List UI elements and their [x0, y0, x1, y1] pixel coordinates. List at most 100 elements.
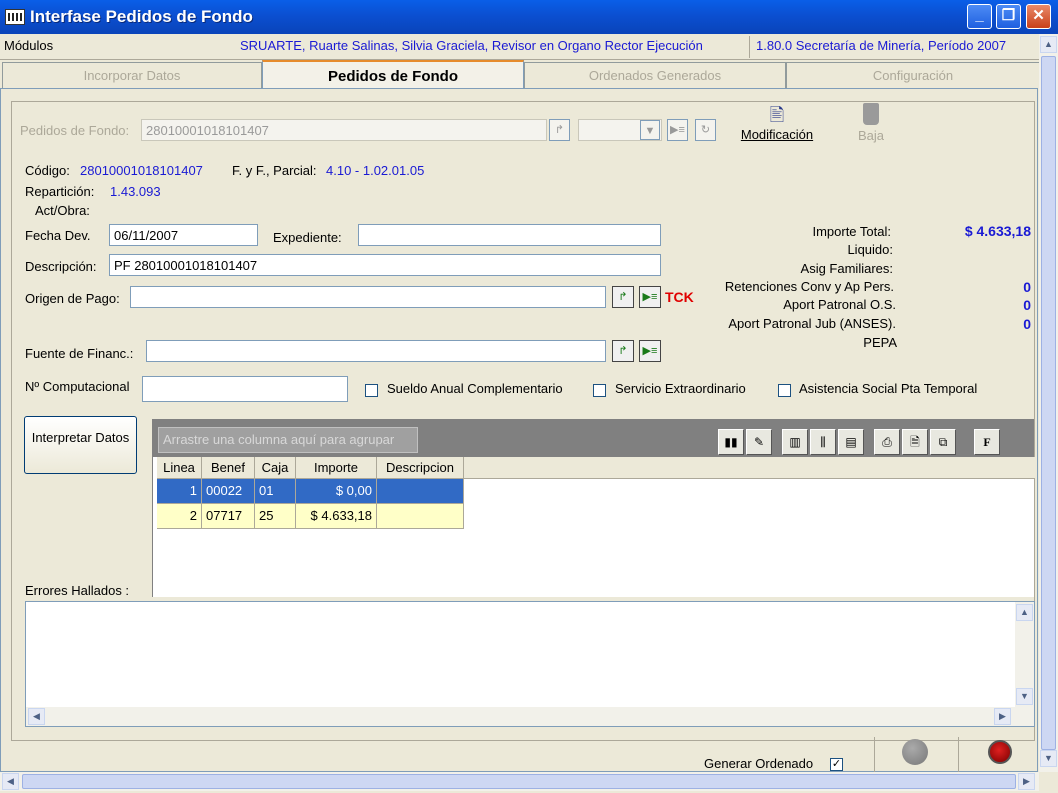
edit-document-icon: 🖹 [769, 105, 785, 125]
stop-gray-button[interactable] [902, 739, 928, 765]
errores-textarea[interactable]: ▲ ▼ ◀ ▶ [25, 601, 1035, 727]
servicio-checkbox[interactable] [593, 384, 606, 397]
cell-descripcion [377, 479, 464, 504]
fuente-input[interactable] [146, 340, 606, 362]
fuente-label: Fuente de Financ.: [25, 346, 134, 361]
window-vscrollbar[interactable]: ▲ ▼ [1039, 34, 1058, 772]
cell-caja: 01 [255, 479, 296, 504]
asistencia-label: Asistencia Social Pta Temporal [799, 381, 978, 396]
scroll-up-icon[interactable]: ▲ [1016, 604, 1033, 621]
scroll-right-icon[interactable]: ▶ [1018, 773, 1035, 790]
column-header-importe[interactable]: Importe [296, 457, 377, 479]
print-icon[interactable]: ⎙ [874, 429, 900, 455]
group-by-area[interactable]: Arrastre una columna aquí para agrupar [158, 427, 418, 453]
modules-menu[interactable]: Módulos [4, 38, 53, 53]
baja-button[interactable]: Baja [849, 103, 893, 143]
origen-list-button[interactable]: ▶≡ [639, 286, 661, 308]
tab-ordenados-generados[interactable]: Ordenados Generados [524, 62, 786, 88]
main-panel: Pedidos de Fondo: 28010001018101407 ↱ ▼ … [0, 88, 1038, 773]
edit-icon[interactable]: ✎ [746, 429, 772, 455]
descripcion-label: Descripción: [25, 259, 97, 274]
sac-checkbox[interactable] [365, 384, 378, 397]
scroll-down-icon[interactable]: ▼ [1040, 750, 1057, 767]
font-icon[interactable]: F [974, 429, 1000, 455]
modificacion-button[interactable]: 🖹 Modificación [737, 103, 817, 142]
pedidos-list-button[interactable]: ▶≡ [667, 119, 688, 141]
tab-pedidos-de-fondo[interactable]: Pedidos de Fondo [262, 60, 524, 90]
scroll-right-icon[interactable]: ▶ [994, 708, 1011, 725]
minimize-button[interactable]: _ [967, 4, 992, 29]
descripcion-input[interactable]: PF 28010001018101407 [109, 254, 661, 276]
reparticion-label: Repartición: [25, 184, 95, 199]
errores-label: Errores Hallados : [25, 583, 130, 598]
column-header-linea[interactable]: Linea [157, 457, 202, 479]
tab-incorporar-datos[interactable]: Incorporar Datos [2, 62, 262, 88]
asig-label: Asig Familiares: [800, 261, 893, 276]
fyf-value: 4.10 - 1.02.01.05 [326, 163, 425, 178]
pedidos-label: Pedidos de Fondo: [20, 123, 130, 138]
codigo-value: 28010001018101407 [80, 163, 203, 178]
scroll-thumb[interactable] [1041, 56, 1056, 750]
cell-linea: 2 [157, 504, 202, 529]
scroll-left-icon[interactable]: ◀ [28, 708, 45, 725]
codigo-label: Código: [25, 163, 70, 178]
expediente-input[interactable] [358, 224, 661, 246]
errores-hscrollbar[interactable]: ◀ ▶ [26, 707, 1034, 726]
column-header-caja[interactable]: Caja [255, 457, 296, 479]
fuente-list-button[interactable]: ▶≡ [639, 340, 661, 362]
freeze-columns-icon[interactable]: ▤ [838, 429, 864, 455]
pedidos-go-button[interactable]: ↱ [549, 119, 570, 141]
cell-importe: $ 4.633,18 [296, 504, 377, 529]
reparticion-value: 1.43.093 [110, 184, 161, 199]
origen-input[interactable] [130, 286, 606, 308]
origen-go-button[interactable]: ↱ [612, 286, 634, 308]
retenciones-value: 0 [1023, 279, 1031, 295]
aport-jub-value: 0 [1023, 316, 1031, 332]
aport-os-label: Aport Patronal O.S. [783, 297, 896, 312]
window-hscrollbar[interactable]: ◀ ▶ [0, 772, 1039, 791]
title-bar: Interfase Pedidos de Fondo _ ❐ ✕ [0, 0, 1058, 34]
fecha-input[interactable]: 06/11/2007 [109, 224, 258, 246]
ncomp-input[interactable] [142, 376, 348, 402]
app-icon [5, 9, 25, 25]
aport-os-value: 0 [1023, 297, 1031, 313]
modules-bar: Módulos SRUARTE, Ruarte Salinas, Silvia … [0, 34, 1040, 60]
split-columns-icon[interactable]: ▥ [782, 429, 808, 455]
scroll-up-icon[interactable]: ▲ [1040, 36, 1057, 53]
close-button[interactable]: ✕ [1026, 4, 1051, 29]
copy-icon[interactable]: ⧉ [930, 429, 956, 455]
tck-link[interactable]: TCK [665, 289, 694, 305]
scroll-down-icon[interactable]: ▼ [1016, 688, 1033, 705]
data-grid[interactable]: Linea Benef Caja Importe Descripcion 1 0… [152, 457, 1035, 597]
print-preview-icon[interactable]: 🗎 [902, 429, 928, 455]
refresh-icon[interactable]: ↻ [695, 119, 716, 141]
trash-icon [863, 103, 879, 125]
fuente-go-button[interactable]: ↱ [612, 340, 634, 362]
importe-total-label: Importe Total: [812, 224, 891, 239]
tab-configuracion[interactable]: Configuración [786, 62, 1040, 88]
generar-label: Generar Ordenado [704, 756, 814, 771]
interpretar-datos-button[interactable]: Interpretar Datos [24, 416, 137, 474]
scroll-left-icon[interactable]: ◀ [2, 773, 19, 790]
importe-total-value: $ 4.633,18 [964, 223, 1031, 239]
maximize-button[interactable]: ❐ [996, 4, 1021, 29]
asistencia-checkbox[interactable] [778, 384, 791, 397]
scroll-thumb[interactable] [22, 774, 1016, 789]
merge-columns-icon[interactable]: ⫼ [810, 429, 836, 455]
fecha-label: Fecha Dev. [25, 228, 91, 243]
cell-linea: 1 [157, 479, 202, 504]
pedidos-input[interactable]: 28010001018101407 [141, 119, 547, 141]
cell-caja: 25 [255, 504, 296, 529]
errores-vscrollbar[interactable]: ▲ ▼ [1015, 602, 1034, 708]
column-header-descripcion[interactable]: Descripcion [377, 457, 464, 479]
columns-icon[interactable]: ▮▮ [718, 429, 744, 455]
cell-benef: 07717 [202, 504, 255, 529]
generar-checkbox[interactable]: ✓ [830, 758, 843, 771]
fyf-label: F. y F., Parcial: [232, 163, 317, 178]
liquido-label: Liquido: [847, 242, 893, 257]
ncomp-label: Nº Computacional [25, 379, 130, 394]
column-header-benef[interactable]: Benef [202, 457, 255, 479]
grid-toolbar: Arrastre una columna aquí para agrupar ▮… [152, 419, 1034, 457]
chevron-down-icon[interactable]: ▼ [640, 120, 660, 140]
record-red-button[interactable] [988, 740, 1012, 764]
